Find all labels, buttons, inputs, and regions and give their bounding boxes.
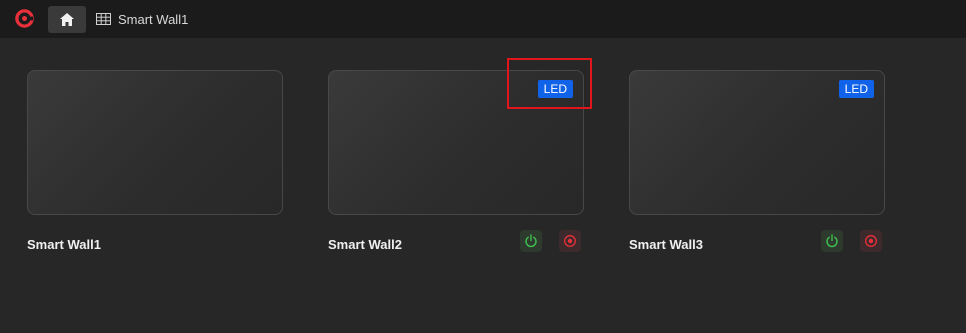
power-icon [826, 234, 838, 248]
home-icon [60, 13, 74, 26]
wall-card-3[interactable]: LED [629, 70, 885, 215]
led-badge: LED [537, 80, 573, 98]
record-button-2[interactable] [559, 230, 581, 252]
record-button-3[interactable] [860, 230, 882, 252]
power-button-2[interactable] [520, 230, 542, 252]
smart-wall-tab[interactable]: Smart Wall1 [96, 8, 188, 30]
app-logo-icon[interactable] [15, 9, 34, 28]
wall-name-1: Smart Wall1 [27, 237, 101, 252]
wall-card-2[interactable]: LED [328, 70, 584, 215]
wall-card-1[interactable] [27, 70, 283, 215]
wall-name-2: Smart Wall2 [328, 237, 402, 252]
wall-name-3: Smart Wall3 [629, 237, 703, 252]
power-icon [525, 234, 537, 248]
video-wall-grid-icon [96, 13, 111, 25]
top-bar: Smart Wall1 [0, 0, 966, 38]
record-icon [865, 235, 877, 247]
smart-wall-tab-label: Smart Wall1 [118, 11, 189, 27]
home-tab[interactable] [48, 6, 86, 33]
record-icon [564, 235, 576, 247]
led-badge: LED [838, 80, 874, 98]
power-button-3[interactable] [821, 230, 843, 252]
